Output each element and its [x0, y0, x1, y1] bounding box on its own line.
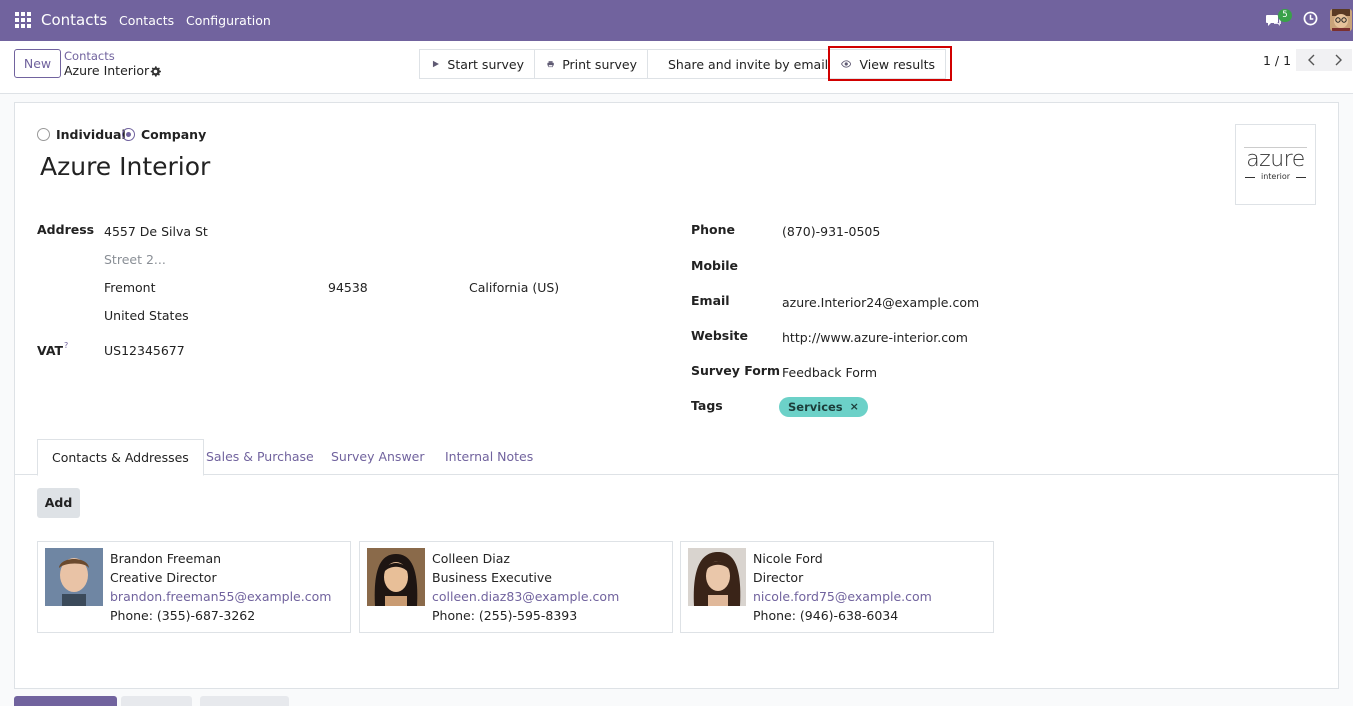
user-avatar[interactable] [1330, 9, 1352, 31]
logo-rule [1296, 177, 1306, 178]
print-survey-button[interactable]: Print survey [534, 49, 648, 79]
notebook-tabs: Contacts & Addresses Sales & Purchase Su… [15, 439, 1338, 476]
tag-remove-icon[interactable]: × [850, 400, 859, 413]
breadcrumb-current: Azure Interior [64, 63, 150, 78]
send-message-button[interactable] [14, 696, 117, 706]
contact-role: Creative Director [110, 570, 217, 585]
contact-card[interactable]: Brandon Freeman Creative Director brando… [37, 541, 351, 633]
tag-label: Services [788, 400, 843, 414]
contact-phone: Phone: (946)-638-6034 [753, 608, 899, 623]
website-field[interactable]: http://www.azure-interior.com [782, 330, 968, 345]
print-survey-label: Print survey [562, 56, 637, 72]
chevron-right-icon [1335, 54, 1342, 66]
country-field[interactable]: United States [104, 308, 189, 323]
company-logo[interactable]: azure interior [1235, 124, 1316, 205]
contact-phone: Phone: (255)-595-8393 [432, 608, 578, 623]
contact-photo [688, 548, 746, 606]
radio-company-label: Company [141, 127, 207, 142]
start-survey-label: Start survey [447, 56, 524, 72]
tags-label: Tags [691, 398, 723, 413]
email-label: Email [691, 293, 730, 308]
activity-button[interactable] [1303, 11, 1321, 35]
tab-sales-purchase[interactable]: Sales & Purchase [192, 439, 328, 475]
form-sheet: Individual Company Azure Interior azure … [14, 102, 1339, 689]
contact-phone: Phone: (355)-687-3262 [110, 608, 256, 623]
contact-role: Business Executive [432, 570, 552, 585]
chat-count-badge: 5 [1278, 9, 1292, 22]
activities-button[interactable] [200, 696, 289, 706]
contact-name: Brandon Freeman [110, 551, 222, 566]
pager-value[interactable]: 1 / 1 [1263, 53, 1291, 68]
zip-field[interactable]: 94538 [328, 280, 368, 295]
chevron-left-icon [1307, 54, 1314, 66]
street-field[interactable]: 4557 De Silva St [104, 224, 208, 239]
contact-email-link[interactable]: brandon.freeman55@example.com [110, 589, 331, 604]
menu-contacts[interactable]: Contacts [119, 13, 174, 28]
email-field[interactable]: azure.Interior24@example.com [782, 295, 979, 310]
apps-grid-icon[interactable] [15, 12, 31, 28]
contact-photo [45, 548, 103, 606]
company-name-field[interactable]: Azure Interior [40, 152, 210, 181]
vat-help-tooltip[interactable]: ? [64, 341, 68, 350]
contact-card[interactable]: Colleen Diaz Business Executive colleen.… [359, 541, 673, 633]
contact-name: Colleen Diaz [432, 551, 510, 566]
menu-configuration[interactable]: Configuration [186, 13, 271, 28]
radio-indicator-selected [122, 128, 135, 141]
start-survey-button[interactable]: Start survey [419, 49, 535, 79]
radio-indicator [37, 128, 50, 141]
control-panel: New Contacts Azure Interior Start survey… [0, 41, 1353, 94]
radio-individual[interactable]: Individual [37, 127, 126, 142]
state-field[interactable]: California (US) [469, 280, 559, 295]
log-note-button[interactable] [121, 696, 192, 706]
radio-individual-label: Individual [56, 127, 126, 142]
new-button[interactable]: New [14, 49, 61, 78]
tab-internal-notes[interactable]: Internal Notes [431, 439, 547, 475]
tag-services[interactable]: Services × [779, 397, 868, 417]
add-contact-button[interactable]: Add [37, 488, 80, 518]
vat-label: VAT [37, 343, 64, 358]
contact-email-link[interactable]: colleen.diaz83@example.com [432, 589, 619, 604]
pager-previous-button[interactable] [1296, 49, 1325, 71]
mobile-label: Mobile [691, 258, 739, 273]
tab-contacts-addresses[interactable]: Contacts & Addresses [37, 439, 204, 476]
website-label: Website [691, 328, 748, 343]
breadcrumb-parent[interactable]: Contacts [64, 49, 115, 63]
phone-label: Phone [691, 222, 736, 237]
clock-icon [1303, 11, 1318, 26]
city-field[interactable]: Fremont [104, 280, 155, 295]
messaging-button[interactable]: 5 [1266, 9, 1292, 33]
vat-field[interactable]: US12345677 [104, 343, 185, 358]
play-icon [432, 60, 439, 68]
tab-survey-answer[interactable]: Survey Answer [317, 439, 439, 475]
printer-icon [547, 61, 554, 68]
app-brand[interactable]: Contacts [41, 11, 107, 29]
contact-card[interactable]: Nicole Ford Director nicole.ford75@examp… [680, 541, 994, 633]
share-invite-label: Share and invite by email [668, 56, 829, 72]
street2-field[interactable]: Street 2... [104, 252, 166, 267]
share-invite-button[interactable]: Share and invite by email [647, 49, 829, 79]
contact-role: Director [753, 570, 804, 585]
survey-form-field[interactable]: Feedback Form [782, 365, 877, 380]
view-results-highlight [828, 46, 952, 81]
contact-email-link[interactable]: nicole.ford75@example.com [753, 589, 932, 604]
survey-form-label: Survey Form [691, 363, 781, 378]
contact-name: Nicole Ford [753, 551, 823, 566]
top-navbar: Contacts Contacts Configuration 5 [0, 0, 1353, 41]
phone-field[interactable]: (870)-931-0505 [782, 224, 880, 239]
address-label: Address [37, 222, 95, 237]
logo-wordmark: azure [1246, 147, 1305, 172]
pager-next-button[interactable] [1325, 49, 1352, 71]
radio-company[interactable]: Company [122, 127, 206, 142]
contact-photo [367, 548, 425, 606]
gear-icon[interactable] [149, 65, 162, 78]
